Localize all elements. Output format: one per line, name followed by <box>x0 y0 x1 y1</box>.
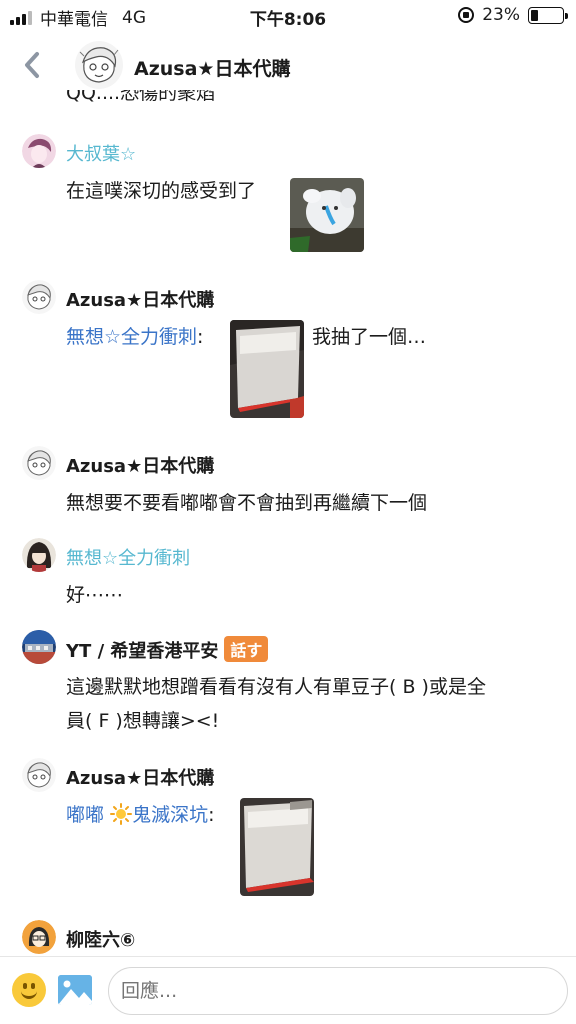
sender-name[interactable]: YT / 希望香港平安 話す <box>66 636 269 663</box>
message-text: 這邊默默地想蹭看看有沒有人有單豆子( B )或是全 員( F )想轉讓><! <box>66 670 556 738</box>
mention-link[interactable]: 嘟嘟 <box>66 804 104 826</box>
speaker-badge: 話す <box>224 636 269 662</box>
battery-fill <box>531 9 538 21</box>
message-list[interactable]: QQ....恐傷的聚焰 大叔葉☆ 在這噗深切的感受到了 Azusa★日本代購 無… <box>0 90 576 956</box>
message-line: 無想☆全力衝刺: <box>66 320 236 354</box>
chat-title: Azusa★日本代購 <box>134 58 291 80</box>
sender-name[interactable]: 無想☆全力衝刺 <box>66 544 190 570</box>
chevron-left-icon <box>25 52 39 78</box>
emoji-eye <box>31 983 35 989</box>
sun-icon <box>110 803 133 825</box>
mention-link[interactable]: 鬼滅深坑 <box>132 804 208 826</box>
group-avatar[interactable] <box>74 40 124 90</box>
cut-off-message: QQ....恐傷的聚焰 <box>66 90 216 104</box>
emoji-button[interactable] <box>12 973 46 1007</box>
sender-name[interactable]: 柳陸六⑥ <box>66 926 135 952</box>
avatar[interactable] <box>22 134 56 168</box>
mention-link[interactable]: 無想☆全力衝刺 <box>66 326 197 348</box>
avatar[interactable] <box>22 538 56 572</box>
mention-colon: : <box>208 804 215 826</box>
avatar[interactable] <box>22 758 56 792</box>
sender-name-text: YT / 希望香港平安 <box>66 641 219 662</box>
avatar[interactable] <box>22 920 56 954</box>
sender-name[interactable]: 大叔葉☆ <box>66 140 136 166</box>
sender-name[interactable]: Azusa★日本代購 <box>66 452 214 478</box>
sender-name[interactable]: Azusa★日本代購 <box>66 286 214 312</box>
emoji-eye <box>23 983 27 989</box>
back-button[interactable] <box>22 50 48 80</box>
status-bar: 中華電信 4G 下午8:06 23% <box>0 0 576 34</box>
battery-icon <box>528 6 568 24</box>
message-text: 好⋯⋯ <box>66 584 124 606</box>
message-text: 我抽了一個… <box>312 326 427 348</box>
emoji-mouth <box>21 990 37 999</box>
avatar[interactable] <box>22 630 56 664</box>
avatar[interactable] <box>22 280 56 314</box>
message-text: 無想要不要看嘟嘟會不會抽到再繼續下一個 <box>66 492 428 514</box>
message-text-line: 這邊默默地想蹭看看有沒有人有單豆子( B )或是全 <box>66 676 486 698</box>
message-line: 嘟嘟 鬼滅深坑: <box>66 798 266 832</box>
battery-percent: 23% <box>482 5 520 25</box>
compose-bar <box>0 956 576 1024</box>
message-text-line: 員( F )想轉讓><! <box>66 710 220 732</box>
avatar[interactable] <box>22 446 56 480</box>
box-photo-thumbnail[interactable] <box>240 798 314 896</box>
reply-input[interactable] <box>108 967 568 1015</box>
chat-header: Azusa★日本代購 <box>0 34 576 96</box>
box-photo-thumbnail[interactable] <box>230 320 304 418</box>
sender-name[interactable]: Azusa★日本代購 <box>66 764 214 790</box>
image-picker-button[interactable] <box>58 975 92 1005</box>
rotation-lock-icon <box>458 7 475 23</box>
plush-photo-thumbnail[interactable] <box>290 178 364 252</box>
mention-colon: : <box>197 326 204 348</box>
